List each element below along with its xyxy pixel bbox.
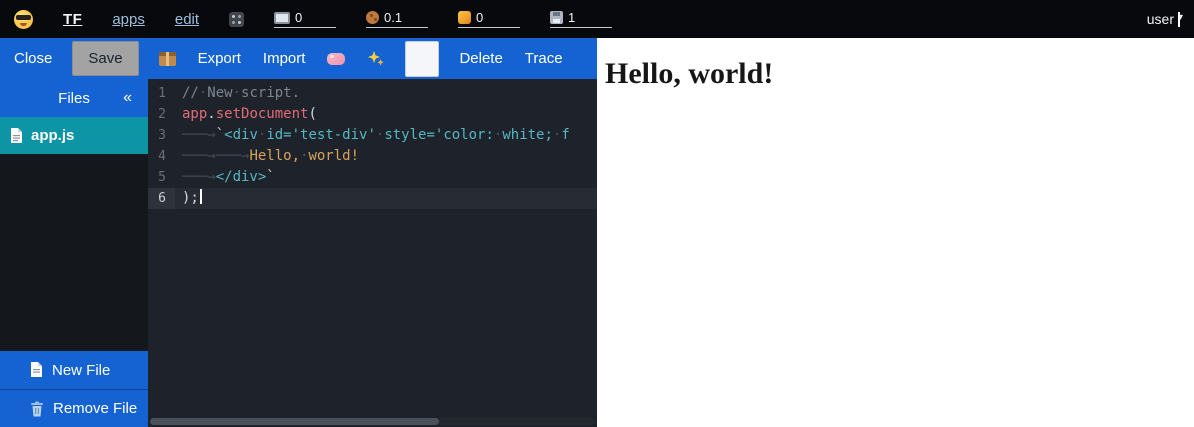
toolbar: Close Save Export Import Delete [0,38,597,79]
code-line[interactable]: 2app.setDocument( [148,104,597,125]
main-area: Close Save Export Import Delete [0,38,1194,427]
floppy-stat-value: 1 [568,11,575,24]
editor-lines: 1//·New·script.2app.setDocument(3───→`<d… [148,83,597,209]
app-pane: Close Save Export Import Delete [0,38,597,427]
soap-icon [327,53,345,65]
new-file-icon [30,362,43,378]
workspace: Files « app.js [0,79,597,427]
line-number: 6 [148,188,175,209]
line-number: 2 [148,104,175,125]
edit-link[interactable]: edit [175,11,199,28]
tf-link[interactable]: TF [63,11,82,28]
file-item-app-js[interactable]: app.js [0,117,148,154]
file-page-icon [10,128,23,144]
output-heading: Hello, world! [605,57,1194,91]
smiley-logo-icon[interactable] [14,10,33,29]
top-bar: TF apps edit 0 0.1 0 1 user ▾ [0,0,1194,38]
sparkles-button[interactable] [365,48,387,70]
remove-file-label: Remove File [53,400,137,417]
export-button[interactable]: Export [196,44,243,73]
horizontal-scrollbar[interactable] [150,418,595,425]
trash-icon [30,401,44,417]
user-menu[interactable]: user ▾ [1147,11,1180,27]
code-line[interactable]: 1//·New·script. [148,83,597,104]
delete-button[interactable]: Delete [457,44,504,73]
file-item-label: app.js [31,127,74,144]
files-sidebar: Files « app.js [0,79,148,427]
import-button[interactable]: Import [261,44,308,73]
code-line[interactable]: 4───→───→Hello,·world! [148,146,597,167]
cookie-icon [366,11,379,24]
output-pane: Hello, world! [597,38,1194,427]
remove-file-button[interactable]: Remove File [0,389,148,427]
code-editor[interactable]: 1//·New·script.2app.setDocument(3───→`<d… [148,79,597,427]
code-line[interactable]: 5───→</div>` [148,167,597,188]
coin-icon [458,11,471,24]
code-text: ───→`<div·id='test-div'·style='color:·wh… [175,125,570,146]
package-icon [159,52,176,66]
new-file-label: New File [52,362,110,379]
files-header: Files « [0,79,148,117]
code-text: app.setDocument( [175,104,317,125]
text-cursor [200,189,202,204]
coin-stat-field[interactable]: 0 [458,11,520,28]
line-number: 5 [148,167,175,188]
save-button[interactable]: Save [72,41,138,76]
floppy-stat-field[interactable]: 1 [550,11,612,28]
package-button[interactable] [157,50,178,68]
new-file-button[interactable]: New File [0,351,148,389]
cookie-stat-value: 0.1 [384,11,402,24]
apps-link[interactable]: apps [112,11,145,28]
app-screen: TF apps edit 0 0.1 0 1 user ▾ [0,0,1194,427]
sidebar-empty-area [0,154,148,351]
dice-icon[interactable] [229,12,244,27]
code-text: ───→───→Hello,·world! [175,146,359,167]
collapse-sidebar-button[interactable]: « [117,79,138,117]
chevron-down-icon: ▾ [1178,12,1180,27]
code-line[interactable]: 3───→`<div·id='test-div'·style='color:·w… [148,125,597,146]
user-menu-label: user [1147,11,1174,27]
floppy-icon [550,11,563,24]
line-number: 3 [148,125,175,146]
cookie-stat-field[interactable]: 0.1 [366,11,428,28]
code-line[interactable]: 6); [148,188,597,209]
sparkles-icon [367,50,385,68]
monitor-icon [274,12,290,24]
monitor-stat-field[interactable]: 0 [274,11,336,28]
close-button[interactable]: Close [12,44,54,73]
code-text: //·New·script. [175,83,300,104]
line-number: 1 [148,83,175,104]
code-text: ); [175,188,202,209]
monitor-stat-value: 0 [295,11,302,24]
files-title: Files [58,90,90,107]
coin-stat-value: 0 [476,11,483,24]
blank-swatch-button[interactable] [405,41,439,77]
scrollbar-thumb[interactable] [150,418,439,425]
line-number: 4 [148,146,175,167]
trace-button[interactable]: Trace [523,44,565,73]
soap-button[interactable] [325,51,347,67]
code-text: ───→</div>` [175,167,275,188]
